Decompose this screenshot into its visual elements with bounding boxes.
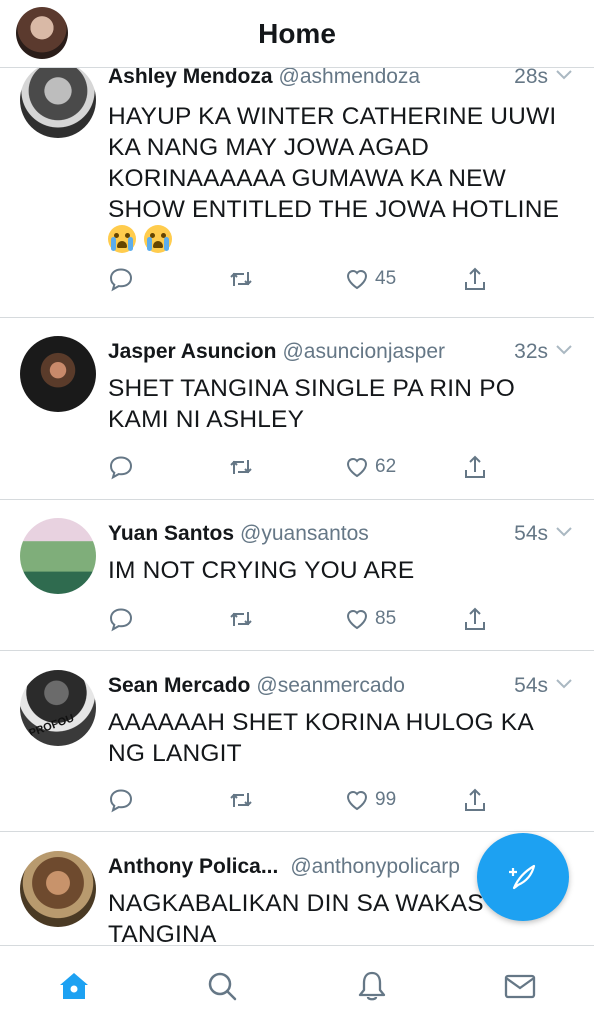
author-handle[interactable]: @ashmendoza <box>279 68 421 88</box>
avatar-shirt-text: PROFOU <box>27 712 76 740</box>
share-icon <box>465 455 485 478</box>
tweet-actions: 99 <box>108 785 488 815</box>
home-icon <box>60 973 88 999</box>
retweet-button[interactable] <box>228 604 254 634</box>
like-button[interactable]: 45 <box>344 264 396 294</box>
retweet-icon <box>230 612 252 626</box>
avatar[interactable] <box>20 851 96 927</box>
share-icon <box>465 267 485 290</box>
reply-button[interactable] <box>108 452 134 482</box>
retweet-icon <box>230 460 252 474</box>
retweet-icon <box>230 793 252 807</box>
share-icon <box>465 607 485 630</box>
tweet-text: IM NOT CRYING YOU ARE <box>108 557 415 584</box>
tweet[interactable]: Ashley Mendoza @ashmendoza 28s HAYUP KA W… <box>0 68 594 318</box>
avatar[interactable] <box>20 68 96 138</box>
author-name[interactable]: Jasper Asuncion <box>108 340 276 363</box>
share-button[interactable] <box>462 452 488 482</box>
heart-icon <box>346 610 368 630</box>
search-icon <box>208 972 237 1001</box>
reply-icon <box>109 456 133 480</box>
tab-notifications[interactable] <box>352 966 392 1006</box>
crying-face-icon <box>144 225 172 253</box>
top-bar: Home <box>0 0 594 68</box>
tweet-time: 32s <box>514 340 548 363</box>
reply-icon <box>109 268 133 292</box>
author-handle[interactable]: @seanmercado <box>256 674 405 697</box>
author-handle[interactable]: @anthonypolicarp <box>290 855 460 878</box>
share-button[interactable] <box>462 264 488 294</box>
tweet[interactable]: Jasper Asuncion @asuncionjasper 32s SHET … <box>0 318 594 500</box>
avatar[interactable]: PROFOU <box>20 670 96 746</box>
mail-icon <box>504 974 536 999</box>
chevron-down-icon[interactable] <box>554 68 574 85</box>
retweet-button[interactable] <box>228 264 254 294</box>
reply-button[interactable] <box>108 604 134 634</box>
like-button[interactable]: 99 <box>344 785 396 815</box>
crying-face-icon <box>108 225 136 253</box>
tweet-time: 28s <box>514 68 548 88</box>
author-name[interactable]: Anthony Polica... <box>108 855 278 878</box>
tweet-actions: 45 <box>108 264 488 294</box>
tweet[interactable]: Yuan Santos @yuansantos 54s IM NOT CRYING… <box>0 500 594 651</box>
chevron-down-icon[interactable] <box>554 674 574 694</box>
reply-icon <box>109 608 133 632</box>
tweet-text: HAYUP KA WINTER CATHERINE UUWI KA NANG M… <box>108 101 572 257</box>
author-name[interactable]: Sean Mercado <box>108 674 250 697</box>
bell-icon <box>358 971 386 1001</box>
tweet-time: 54s <box>514 522 548 545</box>
author-name[interactable]: Yuan Santos <box>108 522 234 545</box>
heart-icon <box>346 270 368 290</box>
timeline[interactable]: Ashley Mendoza @ashmendoza 28s HAYUP KA W… <box>0 68 594 945</box>
chevron-down-icon[interactable] <box>554 340 574 360</box>
reply-icon <box>109 789 133 813</box>
tweet-time: 54s <box>514 674 548 697</box>
reply-button[interactable] <box>108 785 134 815</box>
share-icon <box>465 788 485 811</box>
like-count: 99 <box>375 789 397 810</box>
chevron-down-icon[interactable] <box>554 522 574 542</box>
compose-button[interactable] <box>477 833 569 921</box>
author-handle[interactable]: @asuncionjasper <box>282 340 445 363</box>
tweet-actions: 62 <box>108 452 488 482</box>
avatar[interactable] <box>20 518 96 594</box>
tweet-text: NAGKABALIKAN DIN SA WAKAS TANGINA <box>108 890 484 945</box>
heart-icon <box>346 458 368 478</box>
like-count: 85 <box>375 608 397 629</box>
share-button[interactable] <box>462 785 488 815</box>
heart-icon <box>346 791 368 811</box>
bottom-tab-bar <box>0 945 594 1024</box>
retweet-icon <box>230 272 252 286</box>
tweet[interactable]: PROFOU Sean Mercado @seanmercado 54s AAAA… <box>0 651 594 832</box>
like-count: 62 <box>375 456 397 477</box>
author-handle[interactable]: @yuansantos <box>240 522 369 545</box>
like-button[interactable]: 85 <box>344 604 396 634</box>
compose-feather-icon <box>509 864 536 890</box>
like-count: 45 <box>375 268 397 289</box>
like-button[interactable]: 62 <box>344 452 396 482</box>
share-button[interactable] <box>462 604 488 634</box>
tweet-actions: 85 <box>108 604 488 634</box>
avatar[interactable] <box>20 336 96 412</box>
author-name[interactable]: Ashley Mendoza <box>108 68 273 88</box>
tab-home[interactable] <box>54 966 94 1006</box>
tweet-text: AAAAAAH SHET KORINA HULOG KA NG LANGIT <box>108 709 533 767</box>
tab-search[interactable] <box>202 966 242 1006</box>
retweet-button[interactable] <box>228 785 254 815</box>
tweet-text: SHET TANGINA SINGLE PA RIN PO KAMI NI AS… <box>108 375 515 433</box>
retweet-button[interactable] <box>228 452 254 482</box>
page-title: Home <box>258 18 336 49</box>
tab-messages[interactable] <box>500 966 540 1006</box>
reply-button[interactable] <box>108 264 134 294</box>
